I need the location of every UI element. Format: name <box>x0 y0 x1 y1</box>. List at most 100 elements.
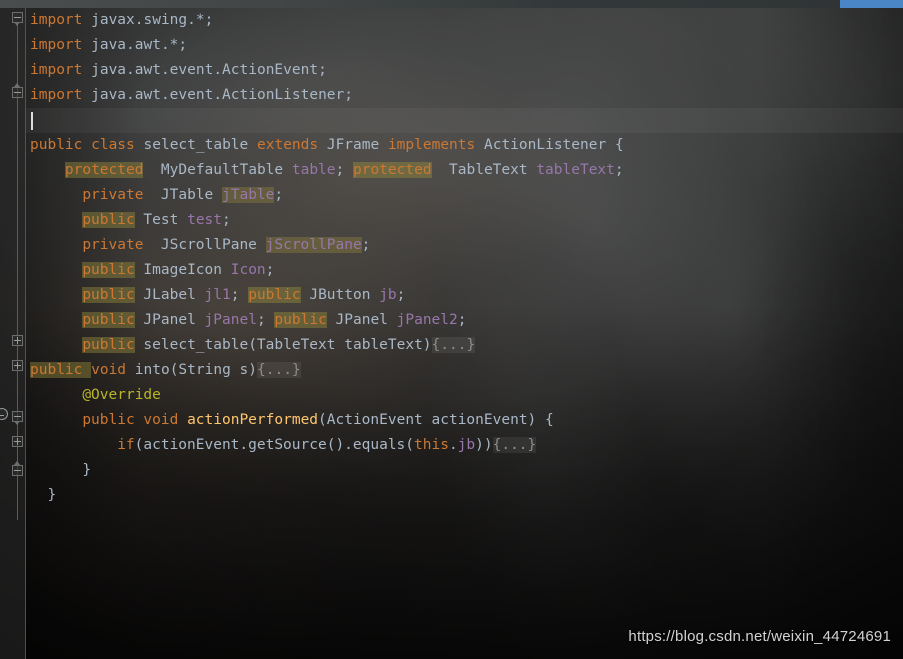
fold-marker-expand-constructor-body[interactable] <box>12 335 25 348</box>
code-line[interactable]: public void actionPerformed(ActionEvent … <box>26 408 903 433</box>
code-line[interactable]: public JLabel jl1; public JButton jb; <box>26 283 903 308</box>
watermark-url: https://blog.csdn.net/weixin_44724691 <box>628 628 891 645</box>
code-token: JTable <box>143 187 222 203</box>
code-token: public <box>82 337 135 353</box>
code-token: ; <box>396 287 406 303</box>
code-token: public <box>82 262 135 278</box>
code-line[interactable]: private JTable jTable; <box>26 183 903 208</box>
code-line[interactable]: import java.awt.event.ActionListener; <box>26 83 903 108</box>
code-token: (actionEvent.getSource().equals( <box>134 437 415 453</box>
code-token: implements <box>387 137 484 153</box>
code-line-content: import java.awt.event.ActionEvent; <box>30 62 327 78</box>
editor-gutter[interactable] <box>0 8 26 659</box>
code-token: private <box>82 187 144 203</box>
code-token: into <box>134 362 170 378</box>
code-line-content: public class select_table extends JFrame… <box>30 137 624 153</box>
code-line[interactable]: import java.awt.*; <box>26 33 903 58</box>
fold-marker-imports-end[interactable] <box>12 83 25 100</box>
fold-marker-expand-into-body[interactable] <box>12 360 25 373</box>
code-token: . <box>448 437 458 453</box>
code-token: test <box>187 212 223 228</box>
code-token: { <box>614 137 624 153</box>
code-token: public <box>248 287 301 303</box>
code-line-content: } <box>82 462 91 478</box>
code-line[interactable] <box>26 108 903 133</box>
code-token: import <box>30 37 92 53</box>
code-line-content: public void actionPerformed(ActionEvent … <box>82 412 553 428</box>
code-token: JPanel <box>326 312 397 328</box>
code-token: jl1 <box>204 287 231 303</box>
code-token: void <box>91 362 135 378</box>
code-line[interactable]: import java.awt.event.ActionEvent; <box>26 58 903 83</box>
code-token: import <box>30 62 92 78</box>
code-line[interactable]: protected MyDefaultTable table; protecte… <box>26 158 903 183</box>
code-token: public <box>274 312 327 328</box>
fold-marker-method-end[interactable] <box>12 461 25 478</box>
code-token: ; <box>614 162 624 178</box>
code-line[interactable]: public class select_table extends JFrame… <box>26 133 903 158</box>
code-token: extends <box>257 137 327 153</box>
code-token: protected <box>352 162 432 178</box>
code-line-content: public select_table(TableText tableText)… <box>82 337 476 353</box>
code-line[interactable]: public JPanel jPanel; public JPanel jPan… <box>26 308 903 333</box>
horizontal-scrollbar-track[interactable] <box>0 0 903 8</box>
fold-marker-expand-if-body[interactable] <box>12 436 25 449</box>
code-token: ; <box>318 62 327 78</box>
text-caret <box>31 112 33 130</box>
code-token: public <box>30 362 92 378</box>
code-line[interactable]: public select_table(TableText tableText)… <box>26 333 903 358</box>
code-token: jPanel2 <box>396 312 458 328</box>
code-line-content: if(actionEvent.getSource().equals(this.j… <box>117 437 537 453</box>
fold-marker-collapse-imports[interactable] <box>12 12 25 26</box>
code-token: ; <box>256 312 275 328</box>
code-token: Test <box>134 212 188 228</box>
code-token: ; <box>204 12 214 28</box>
code-editor-window: import javax.swing.*; import java.awt.*; i… <box>0 0 903 659</box>
code-token: TableText <box>431 162 537 178</box>
code-token: (ActionEvent actionEvent) <box>318 412 546 428</box>
code-line[interactable]: import javax.swing.*; <box>26 8 903 33</box>
code-token: actionPerformed <box>187 412 319 428</box>
code-line[interactable]: } <box>26 483 903 508</box>
code-line[interactable]: public ImageIcon Icon; <box>26 258 903 283</box>
code-line[interactable]: private JScrollPane jScrollPane; <box>26 233 903 258</box>
fold-guide-line <box>17 22 18 118</box>
code-token: MyDefaultTable <box>143 162 292 178</box>
code-token: select_table <box>134 337 249 353</box>
code-token: ImageIcon <box>134 262 231 278</box>
code-text-area[interactable]: import javax.swing.*; import java.awt.*; i… <box>26 8 903 659</box>
code-token: )) <box>475 437 493 453</box>
horizontal-scroll-thumb[interactable] <box>840 0 903 8</box>
code-token: JLabel <box>134 287 205 303</box>
code-line-content: public ImageIcon Icon; <box>82 262 274 278</box>
code-line-content: public JPanel jPanel; public JPanel jPan… <box>82 312 466 328</box>
code-token: public <box>82 312 135 328</box>
code-line-content: @Override <box>82 387 161 403</box>
code-line-content: import java.awt.*; <box>30 37 187 53</box>
code-line[interactable]: public Test test; <box>26 208 903 233</box>
code-token: protected <box>64 162 144 178</box>
gutter-divider <box>25 8 26 659</box>
code-token: public <box>82 212 135 228</box>
code-token: select_table <box>143 137 257 153</box>
code-line[interactable]: public void into(String s){...} <box>26 358 903 383</box>
code-line-content: protected MyDefaultTable table; protecte… <box>64 162 624 178</box>
code-line-content: import javax.swing.*; <box>30 12 213 28</box>
code-token: ; <box>457 312 467 328</box>
code-line[interactable]: if(actionEvent.getSource().equals(this.j… <box>26 433 903 458</box>
code-token: {...} <box>431 337 476 353</box>
code-token: JPanel <box>134 312 205 328</box>
code-token: public <box>82 287 135 303</box>
fold-marker-collapse-action-performed[interactable] <box>12 411 25 425</box>
code-token: java.awt.event.ActionListener <box>91 87 345 103</box>
code-token: } <box>47 487 57 503</box>
code-token: javax.swing.* <box>91 12 205 28</box>
code-token: this <box>414 437 449 453</box>
code-line[interactable]: } <box>26 458 903 483</box>
code-token: JFrame <box>326 137 388 153</box>
code-line-content: public JLabel jl1; public JButton jb; <box>82 287 405 303</box>
code-token: public <box>82 412 144 428</box>
code-token: {...} <box>492 437 537 453</box>
code-line[interactable]: @Override <box>26 383 903 408</box>
code-token: {...} <box>257 362 301 378</box>
